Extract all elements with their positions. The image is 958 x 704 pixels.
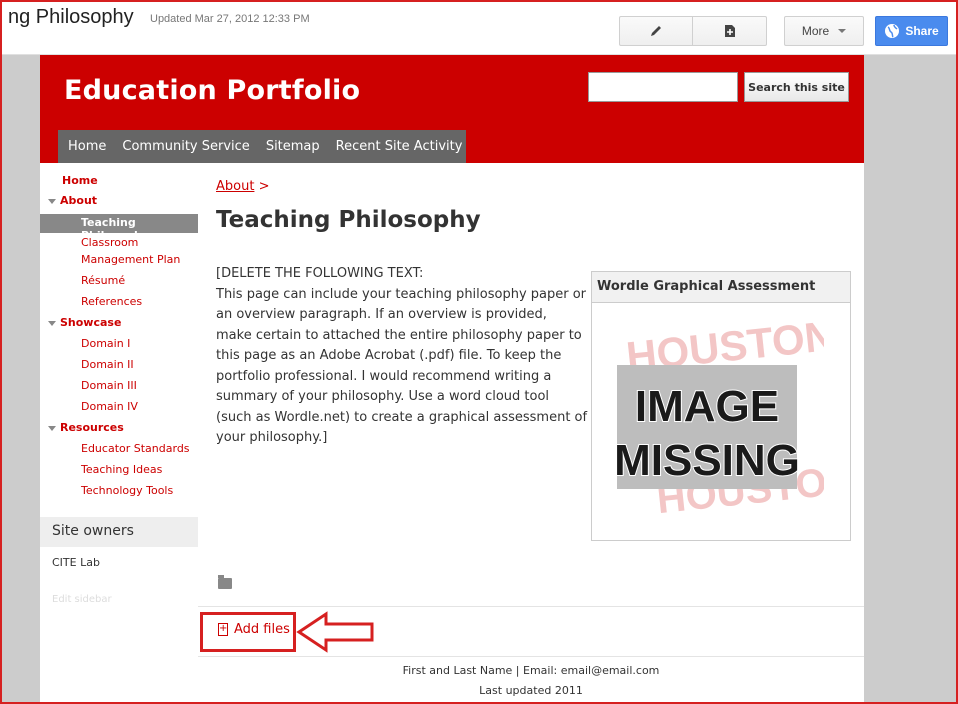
sidebar-item-classroom[interactable]: Classroom bbox=[81, 236, 138, 249]
sidebar-item-label: About bbox=[60, 194, 98, 207]
search-input[interactable] bbox=[588, 72, 738, 102]
nav-item-recent-activity[interactable]: Recent Site Activity bbox=[336, 139, 463, 154]
site-owners-heading: Site owners bbox=[40, 517, 198, 547]
share-button[interactable]: Share bbox=[875, 16, 948, 46]
more-button[interactable]: More bbox=[784, 16, 864, 46]
edit-sidebar-link[interactable]: Edit sidebar bbox=[52, 594, 112, 605]
body-line: This page can include your teaching phil… bbox=[216, 286, 587, 302]
breadcrumb: About > bbox=[216, 179, 269, 194]
body-line: [DELETE THE FOLLOWING TEXT: bbox=[216, 266, 424, 281]
add-file-icon: + bbox=[218, 623, 228, 636]
nav-item-sitemap[interactable]: Sitemap bbox=[266, 139, 320, 154]
body-line: (such as Wordle.net) to create a graphic… bbox=[216, 409, 588, 425]
gadget-header: Wordle Graphical Assessment bbox=[592, 272, 850, 303]
sites-toolbar: ng Philosophy Updated Mar 27, 2012 12:33… bbox=[2, 2, 956, 55]
sidebar-item-home[interactable]: Home bbox=[62, 174, 98, 187]
site-owner-name[interactable]: CITE Lab bbox=[52, 556, 100, 569]
nav-item-home[interactable]: Home bbox=[68, 139, 106, 154]
breadcrumb-separator: > bbox=[258, 179, 270, 194]
gadget-title: Wordle Graphical Assessment bbox=[597, 279, 816, 294]
sidebar: Home About Teaching Philosophy Classroom… bbox=[40, 163, 198, 702]
sidebar-item-label: Showcase bbox=[60, 316, 122, 329]
site-page: Education Portfolio Search this site Hom… bbox=[40, 55, 864, 702]
image-missing-placeholder: HOUSTON HOUSTON IMAGE MISSING bbox=[617, 317, 824, 522]
page-body-text: [DELETE THE FOLLOWING TEXT: This page ca… bbox=[216, 264, 588, 449]
arrow-left-icon bbox=[296, 611, 374, 653]
body-line: your philosophy.] bbox=[216, 430, 328, 445]
sidebar-item-domain-2[interactable]: Domain II bbox=[81, 358, 134, 371]
footer-contact: First and Last Name | Email: email@email… bbox=[402, 664, 660, 677]
folder-icon bbox=[218, 575, 232, 589]
screenshot-frame: ng Philosophy Updated Mar 27, 2012 12:33… bbox=[0, 0, 958, 704]
body-line: an overview paragraph. If an overview is… bbox=[216, 307, 547, 322]
sidebar-item-domain-3[interactable]: Domain III bbox=[81, 379, 137, 392]
share-label: Share bbox=[905, 24, 939, 38]
breadcrumb-link-about[interactable]: About bbox=[216, 179, 254, 194]
body-line: make certain to attached the entire phil… bbox=[216, 327, 582, 343]
body-line: this page as an Adobe Acrobat (.pdf) fil… bbox=[216, 348, 562, 363]
site-title[interactable]: Education Portfolio bbox=[64, 75, 360, 106]
sidebar-item-resume[interactable]: Résumé bbox=[81, 274, 125, 287]
site-footer: First and Last Name | Email: email@email… bbox=[198, 656, 864, 702]
sidebar-item-about[interactable]: About bbox=[48, 194, 97, 207]
globe-icon bbox=[885, 24, 900, 38]
chevron-down-icon bbox=[838, 29, 847, 33]
pencil-icon bbox=[651, 26, 661, 36]
sidebar-item-domain-1[interactable]: Domain I bbox=[81, 337, 130, 350]
main-content: About > Teaching Philosophy [DELETE THE … bbox=[198, 163, 864, 702]
sidebar-item-resources[interactable]: Resources bbox=[48, 421, 124, 434]
nav-item-community-service[interactable]: Community Service bbox=[122, 139, 249, 154]
page-title: Teaching Philosophy bbox=[216, 207, 481, 233]
page-margin-right bbox=[864, 55, 956, 702]
sidebar-item-showcase[interactable]: Showcase bbox=[48, 316, 121, 329]
more-label: More bbox=[801, 24, 830, 38]
site-header: Education Portfolio Search this site Hom… bbox=[40, 55, 864, 163]
attachments-divider bbox=[198, 606, 864, 607]
wordle-gadget: Wordle Graphical Assessment HOUSTON HOUS… bbox=[591, 271, 851, 541]
body-line: portfolio professional. I would recommen… bbox=[216, 368, 552, 384]
toolbar-page-title: ng Philosophy bbox=[8, 6, 134, 28]
new-page-button[interactable] bbox=[692, 16, 767, 46]
add-files-label: Add files bbox=[234, 622, 290, 637]
edit-page-button[interactable] bbox=[619, 16, 693, 46]
missing-line-1: IMAGE bbox=[635, 382, 779, 431]
sidebar-item-label: Resources bbox=[60, 421, 124, 434]
search-button[interactable]: Search this site bbox=[744, 72, 849, 102]
page-margin-left bbox=[2, 55, 40, 702]
sidebar-item-technology-tools[interactable]: Technology Tools bbox=[81, 484, 173, 497]
sidebar-item-management-plan[interactable]: Management Plan bbox=[81, 253, 180, 266]
add-files-link[interactable]: + Add files bbox=[218, 622, 290, 637]
sidebar-item-references[interactable]: References bbox=[81, 295, 142, 308]
expand-triangle-icon bbox=[48, 320, 56, 326]
body-line: summary of your philosophy. Use a word c… bbox=[216, 389, 550, 404]
footer-updated: Last updated 2011 bbox=[479, 684, 583, 697]
sidebar-item-educator-standards[interactable]: Educator Standards bbox=[81, 442, 190, 455]
missing-line-2: MISSING bbox=[617, 436, 800, 485]
sidebar-item-domain-4[interactable]: Domain IV bbox=[81, 400, 138, 413]
expand-triangle-icon bbox=[48, 198, 56, 204]
sidebar-item-teaching-ideas[interactable]: Teaching Ideas bbox=[81, 463, 162, 476]
top-navigation: Home Community Service Sitemap Recent Si… bbox=[58, 130, 466, 163]
updated-timestamp: Updated Mar 27, 2012 12:33 PM bbox=[150, 13, 310, 25]
site-owners-label: Site owners bbox=[52, 523, 134, 539]
expand-triangle-icon bbox=[48, 425, 56, 431]
new-page-icon bbox=[724, 25, 735, 37]
